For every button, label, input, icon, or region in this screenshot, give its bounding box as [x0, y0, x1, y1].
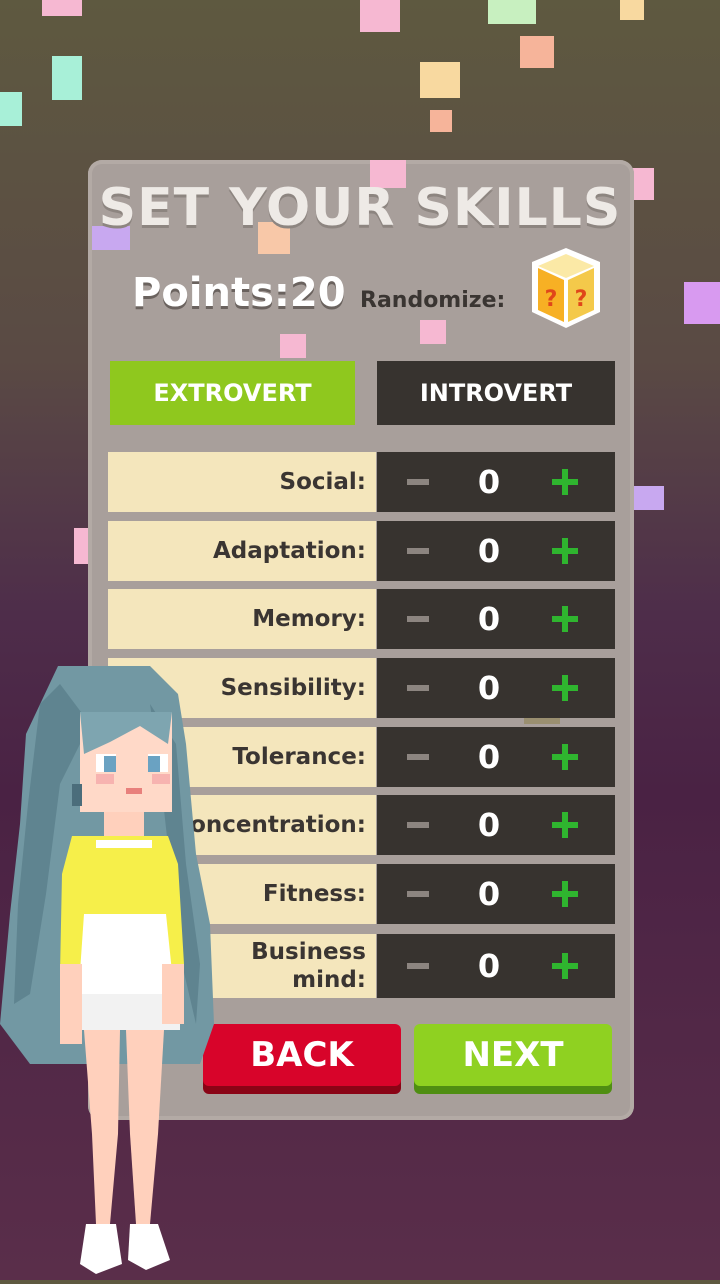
next-button[interactable]: NEXT: [414, 1024, 612, 1086]
skill-value: 0: [477, 532, 501, 570]
introvert-button[interactable]: INTROVERT: [377, 361, 615, 425]
decrease-button[interactable]: [407, 548, 429, 554]
skill-value: 0: [477, 947, 501, 985]
points-counter: Points:20: [132, 270, 346, 316]
decrease-button[interactable]: [407, 754, 429, 760]
increase-button[interactable]: [552, 675, 578, 701]
back-button[interactable]: BACK: [203, 1024, 401, 1086]
increase-button[interactable]: [552, 606, 578, 632]
increase-button[interactable]: [552, 881, 578, 907]
skill-row-memory: Memory: 0: [108, 589, 615, 649]
skill-value: 0: [477, 463, 501, 501]
skill-label: Memory:: [252, 606, 366, 632]
skill-value: 0: [477, 669, 501, 707]
svg-text:?: ?: [545, 287, 558, 312]
page-title: SET YOUR SKILLS: [98, 178, 622, 238]
decrease-button[interactable]: [407, 616, 429, 622]
skill-value: 0: [477, 738, 501, 776]
increase-button[interactable]: [552, 538, 578, 564]
decrease-button[interactable]: [407, 891, 429, 897]
skill-value: 0: [477, 806, 501, 844]
dice-icon: ? ?: [532, 248, 600, 328]
skill-label: Adaptation:: [212, 538, 366, 564]
decrease-button[interactable]: [407, 479, 429, 485]
randomize-label: Randomize:: [360, 288, 506, 313]
svg-text:?: ?: [575, 287, 588, 312]
skill-label: Business mind:: [251, 939, 366, 993]
skill-row-adaptation: Adaptation: 0: [108, 521, 615, 581]
decrease-button[interactable]: [407, 963, 429, 969]
increase-button[interactable]: [552, 812, 578, 838]
skill-value: 0: [477, 600, 501, 638]
skill-label: Social:: [279, 469, 367, 495]
increase-button[interactable]: [552, 953, 578, 979]
increase-button[interactable]: [552, 469, 578, 495]
skill-row-social: Social: 0: [108, 452, 615, 512]
skill-value: 0: [477, 875, 501, 913]
decrease-button[interactable]: [407, 822, 429, 828]
increase-button[interactable]: [552, 744, 578, 770]
randomize-dice-button[interactable]: ? ?: [528, 246, 604, 332]
decrease-button[interactable]: [407, 685, 429, 691]
extrovert-button[interactable]: EXTROVERT: [110, 361, 355, 425]
character-avatar: [0, 664, 220, 1280]
character-sprite: [0, 666, 214, 1274]
